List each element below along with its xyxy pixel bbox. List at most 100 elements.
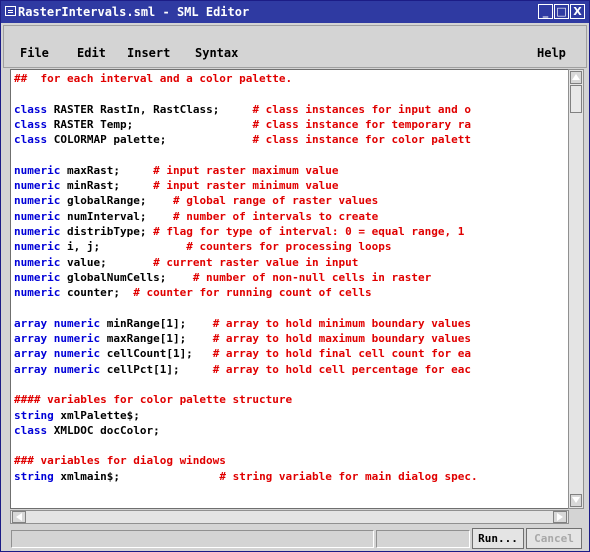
- code-keyword: class: [14, 133, 48, 147]
- code-identifier: COLORMAP palette;: [47, 133, 253, 147]
- code-identifier: counter;: [60, 286, 134, 300]
- code-line[interactable]: class RASTER RastIn, RastClass; # class …: [14, 102, 478, 117]
- code-line[interactable]: numeric i, j; # counters for processing …: [14, 239, 478, 254]
- title-bar[interactable]: RasterIntervals.sml - SML Editor _ □ X: [1, 1, 589, 23]
- code-comment: ## for each interval and a color palette…: [14, 72, 293, 85]
- scroll-right-button[interactable]: [553, 511, 567, 523]
- code-comment: # class instance for color palett: [252, 133, 471, 147]
- code-keyword: class: [14, 117, 48, 131]
- code-line[interactable]: array numeric cellCount[1]; # array to h…: [14, 346, 478, 361]
- menu-edit[interactable]: Edit: [77, 45, 106, 61]
- code-keyword: class: [14, 423, 48, 437]
- code-line[interactable]: [14, 300, 478, 315]
- code-identifier: globalRange;: [60, 194, 173, 208]
- menu-insert[interactable]: Insert: [127, 45, 170, 61]
- code-keyword: numeric: [14, 270, 61, 284]
- code-identifier: xmlPalette$;: [53, 408, 140, 422]
- code-comment: # current raster value in input: [153, 255, 359, 269]
- scroll-left-button[interactable]: [12, 511, 26, 523]
- code-keyword: string: [14, 408, 54, 422]
- code-keyword: numeric: [14, 224, 61, 238]
- code-comment: # input raster minimum value: [153, 179, 339, 193]
- code-line[interactable]: numeric minRast; # input raster minimum …: [14, 178, 478, 193]
- horizontal-scrollbar[interactable]: [10, 510, 569, 524]
- code-line[interactable]: ## for each interval and a color palette…: [14, 71, 478, 86]
- status-field-secondary: [376, 530, 470, 548]
- code-line[interactable]: string xmlPalette$;: [14, 408, 478, 423]
- code-identifier: cellPct[1];: [100, 362, 213, 376]
- code-line[interactable]: numeric globalRange; # global range of r…: [14, 193, 478, 208]
- arrow-left-icon: [16, 513, 22, 521]
- code-comment: # counters for processing loops: [186, 240, 392, 254]
- code-keyword: numeric: [14, 209, 61, 223]
- code-identifier: maxRast;: [60, 163, 154, 177]
- vertical-scrollbar[interactable]: [568, 69, 584, 509]
- cancel-button[interactable]: Cancel: [526, 528, 582, 549]
- code-line[interactable]: [14, 438, 478, 453]
- code-line[interactable]: [14, 377, 478, 392]
- code-keyword: string: [14, 469, 54, 483]
- code-line[interactable]: [14, 147, 478, 162]
- code-line[interactable]: class COLORMAP palette; # class instance…: [14, 132, 478, 147]
- code-comment: # class instance for temporary ra: [252, 117, 471, 131]
- code-keyword: numeric: [14, 163, 61, 177]
- code-keyword: array numeric: [14, 316, 101, 330]
- code-line[interactable]: numeric value; # current raster value in…: [14, 255, 478, 270]
- code-comment: # string variable for main dialog spec.: [219, 469, 478, 483]
- code-comment: # number of intervals to create: [172, 209, 379, 223]
- code-comment: # array to hold maximum boundary values: [212, 332, 471, 346]
- status-bar: Run... Cancel: [3, 527, 587, 549]
- code-keyword: array numeric: [14, 347, 101, 361]
- menu-syntax[interactable]: Syntax: [195, 45, 238, 61]
- menu-help[interactable]: Help: [537, 45, 566, 61]
- arrow-up-icon: [572, 74, 580, 80]
- code-identifier: cellCount[1];: [100, 347, 213, 361]
- code-comment: # global range of raster values: [172, 194, 379, 208]
- code-identifier: numInterval;: [60, 209, 173, 223]
- code-line[interactable]: numeric distribType; # flag for type of …: [14, 224, 478, 239]
- code-comment: # array to hold final cell count for ea: [212, 347, 471, 361]
- code-keyword: numeric: [14, 240, 61, 254]
- code-line[interactable]: array numeric maxRange[1]; # array to ho…: [14, 331, 478, 346]
- code-line[interactable]: string xmlmain$; # string variable for m…: [14, 469, 478, 484]
- code-line[interactable]: array numeric cellPct[1]; # array to hol…: [14, 362, 478, 377]
- code-line[interactable]: numeric counter; # counter for running c…: [14, 285, 478, 300]
- maximize-button[interactable]: □: [554, 4, 569, 19]
- code-comment: # number of non-null cells in raster: [192, 270, 432, 284]
- code-line[interactable]: numeric numInterval; # number of interva…: [14, 209, 478, 224]
- code-identifier: globalNumCells;: [60, 270, 193, 284]
- scroll-down-button[interactable]: [570, 494, 582, 507]
- window-title: RasterIntervals.sml - SML Editor: [18, 5, 250, 19]
- close-button[interactable]: X: [570, 4, 585, 19]
- code-line[interactable]: ### variables for dialog windows: [14, 453, 478, 468]
- code-text[interactable]: ## for each interval and a color palette…: [14, 71, 478, 484]
- code-identifier: i, j;: [60, 240, 187, 254]
- minimize-button[interactable]: _: [538, 4, 553, 19]
- code-comment: ### variables for dialog windows: [14, 454, 226, 468]
- code-identifier: minRast;: [60, 179, 154, 193]
- code-line[interactable]: #### variables for color palette structu…: [14, 392, 478, 407]
- menu-file[interactable]: File: [20, 45, 49, 61]
- vertical-scroll-thumb[interactable]: [570, 85, 582, 113]
- code-line[interactable]: numeric maxRast; # input raster maximum …: [14, 163, 478, 178]
- code-keyword: numeric: [14, 179, 61, 193]
- code-line[interactable]: class XMLDOC docColor;: [14, 423, 478, 438]
- code-line[interactable]: class RASTER Temp; # class instance for …: [14, 117, 478, 132]
- code-identifier: minRange[1];: [100, 316, 213, 330]
- scroll-up-button[interactable]: [570, 71, 582, 84]
- code-identifier: distribType;: [60, 224, 154, 238]
- code-editor[interactable]: ## for each interval and a color palette…: [10, 69, 569, 509]
- code-line[interactable]: numeric globalNumCells; # number of non-…: [14, 270, 478, 285]
- code-line[interactable]: [14, 86, 478, 101]
- code-keyword: numeric: [14, 194, 61, 208]
- code-line[interactable]: array numeric minRange[1]; # array to ho…: [14, 316, 478, 331]
- arrow-right-icon: [557, 513, 563, 521]
- code-identifier: maxRange[1];: [100, 332, 213, 346]
- sml-editor-window: RasterIntervals.sml - SML Editor _ □ X F…: [0, 0, 590, 552]
- window-menu-icon[interactable]: [5, 6, 16, 16]
- code-keyword: numeric: [14, 255, 61, 269]
- run-button[interactable]: Run...: [472, 528, 524, 549]
- code-identifier: RASTER RastIn, RastClass;: [47, 102, 253, 116]
- code-identifier: value;: [60, 255, 154, 269]
- status-field-main: [11, 530, 374, 548]
